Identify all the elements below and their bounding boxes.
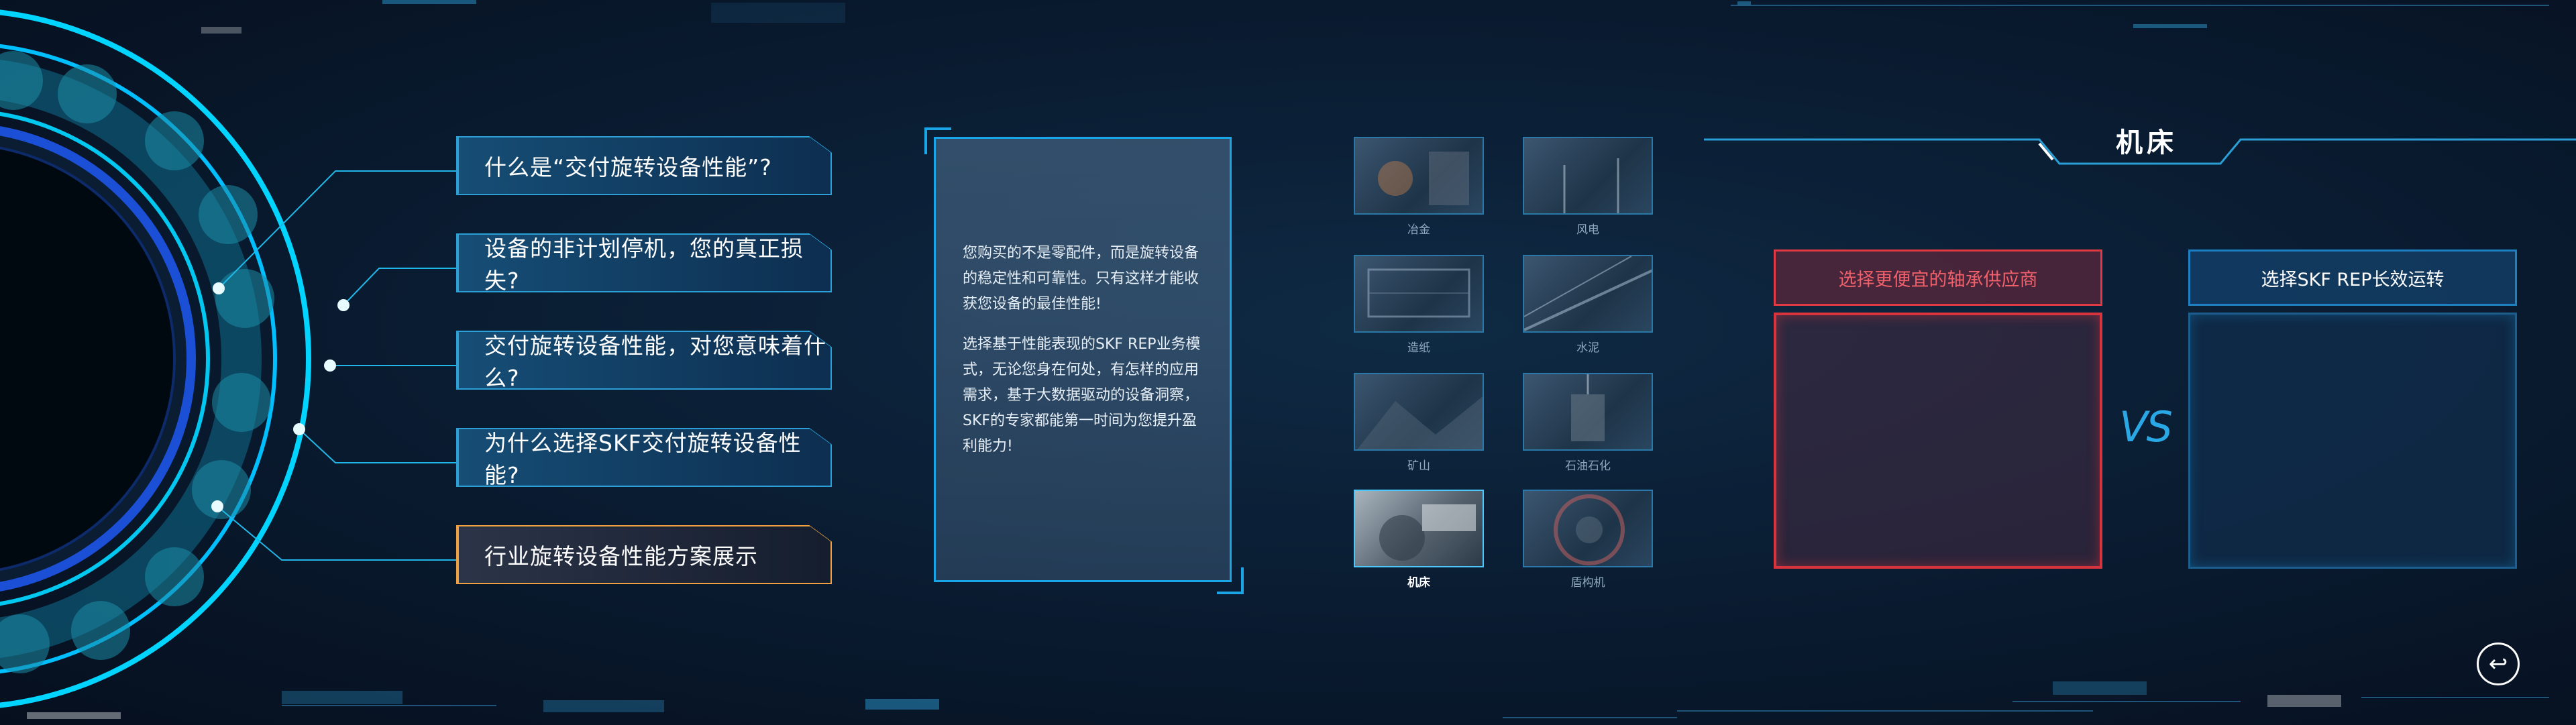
description-paragraph-1: 您购买的不是零配件，而是旋转设备的稳定性和可靠性。只有这样才能收获您设备的最佳性…: [963, 245, 1199, 313]
question-label: 交付旋转设备性能，对您意味着什么?: [484, 333, 826, 391]
question-label: 为什么选择SKF交付旋转设备性能?: [484, 430, 802, 488]
industry-item-machine-tool[interactable]: 机床: [1354, 490, 1484, 590]
industry-label: 冶金: [1407, 223, 1430, 237]
industry-label: 水泥: [1576, 341, 1599, 355]
industry-label: 石油石化: [1565, 459, 1611, 473]
panel-corner-bottom-right: [1217, 567, 1244, 594]
question-button-1[interactable]: 什么是“交付旋转设备性能”?: [456, 136, 832, 195]
comparison-title: 机床: [2116, 127, 2178, 158]
question-label: 什么是“交付旋转设备性能”?: [484, 154, 772, 180]
panel-corner-top-left: [924, 127, 951, 154]
option-label: 选择SKF REP长效运转: [2261, 269, 2445, 290]
bearing-ring-graphic: [0, 9, 456, 708]
description-paragraph-2: 选择基于性能表现的SKF REP业务模式，无论您身在何处，有怎样的应用需求，基于…: [963, 336, 1201, 455]
back-button[interactable]: ↩: [2477, 643, 2520, 685]
industry-item-papermaking[interactable]: 造纸: [1354, 255, 1484, 355]
industry-item-petrochemical[interactable]: 石油石化: [1523, 373, 1653, 473]
mining-image: [1354, 373, 1484, 451]
industry-item-wind-power[interactable]: 风电: [1523, 137, 1653, 237]
description-panel: 您购买的不是零配件，而是旋转设备的稳定性和可靠性。只有这样才能收获您设备的最佳性…: [934, 137, 1232, 582]
question-button-2[interactable]: 设备的非计划停机，您的真正损失?: [456, 233, 832, 292]
question-button-3[interactable]: 交付旋转设备性能，对您意味着什么?: [456, 331, 832, 390]
industry-item-tbm[interactable]: 盾构机: [1523, 490, 1653, 590]
question-button-5[interactable]: 行业旋转设备性能方案展示: [456, 525, 832, 584]
petrochemical-image: [1523, 373, 1653, 451]
tbm-image: [1523, 490, 1653, 567]
skf-rep-panel[interactable]: [2188, 313, 2517, 569]
back-arrow-icon: ↩: [2488, 651, 2508, 677]
skf-rep-option[interactable]: 选择SKF REP长效运转: [2188, 249, 2517, 306]
question-button-4[interactable]: 为什么选择SKF交付旋转设备性能?: [456, 428, 832, 487]
metallurgy-image: [1354, 137, 1484, 215]
industry-item-cement[interactable]: 水泥: [1523, 255, 1653, 355]
cement-image: [1523, 255, 1653, 333]
wind-power-image: [1523, 137, 1653, 215]
question-label: 行业旋转设备性能方案展示: [484, 543, 758, 569]
industry-label: 造纸: [1407, 341, 1430, 355]
option-label: 选择更便宜的轴承供应商: [1838, 269, 2038, 290]
industry-label: 机床: [1407, 576, 1430, 590]
papermaking-image: [1354, 255, 1484, 333]
cheaper-supplier-panel[interactable]: [1774, 313, 2102, 569]
vs-label: VS: [2119, 402, 2173, 451]
industry-item-metallurgy[interactable]: 冶金: [1354, 137, 1484, 237]
cheaper-supplier-option[interactable]: 选择更便宜的轴承供应商: [1774, 249, 2102, 306]
industry-label: 矿山: [1407, 459, 1430, 473]
machine-tool-image: [1354, 490, 1484, 567]
industry-label: 风电: [1576, 223, 1599, 237]
industry-item-mining[interactable]: 矿山: [1354, 373, 1484, 473]
question-label: 设备的非计划停机，您的真正损失?: [484, 235, 804, 294]
industry-label: 盾构机: [1570, 576, 1605, 590]
